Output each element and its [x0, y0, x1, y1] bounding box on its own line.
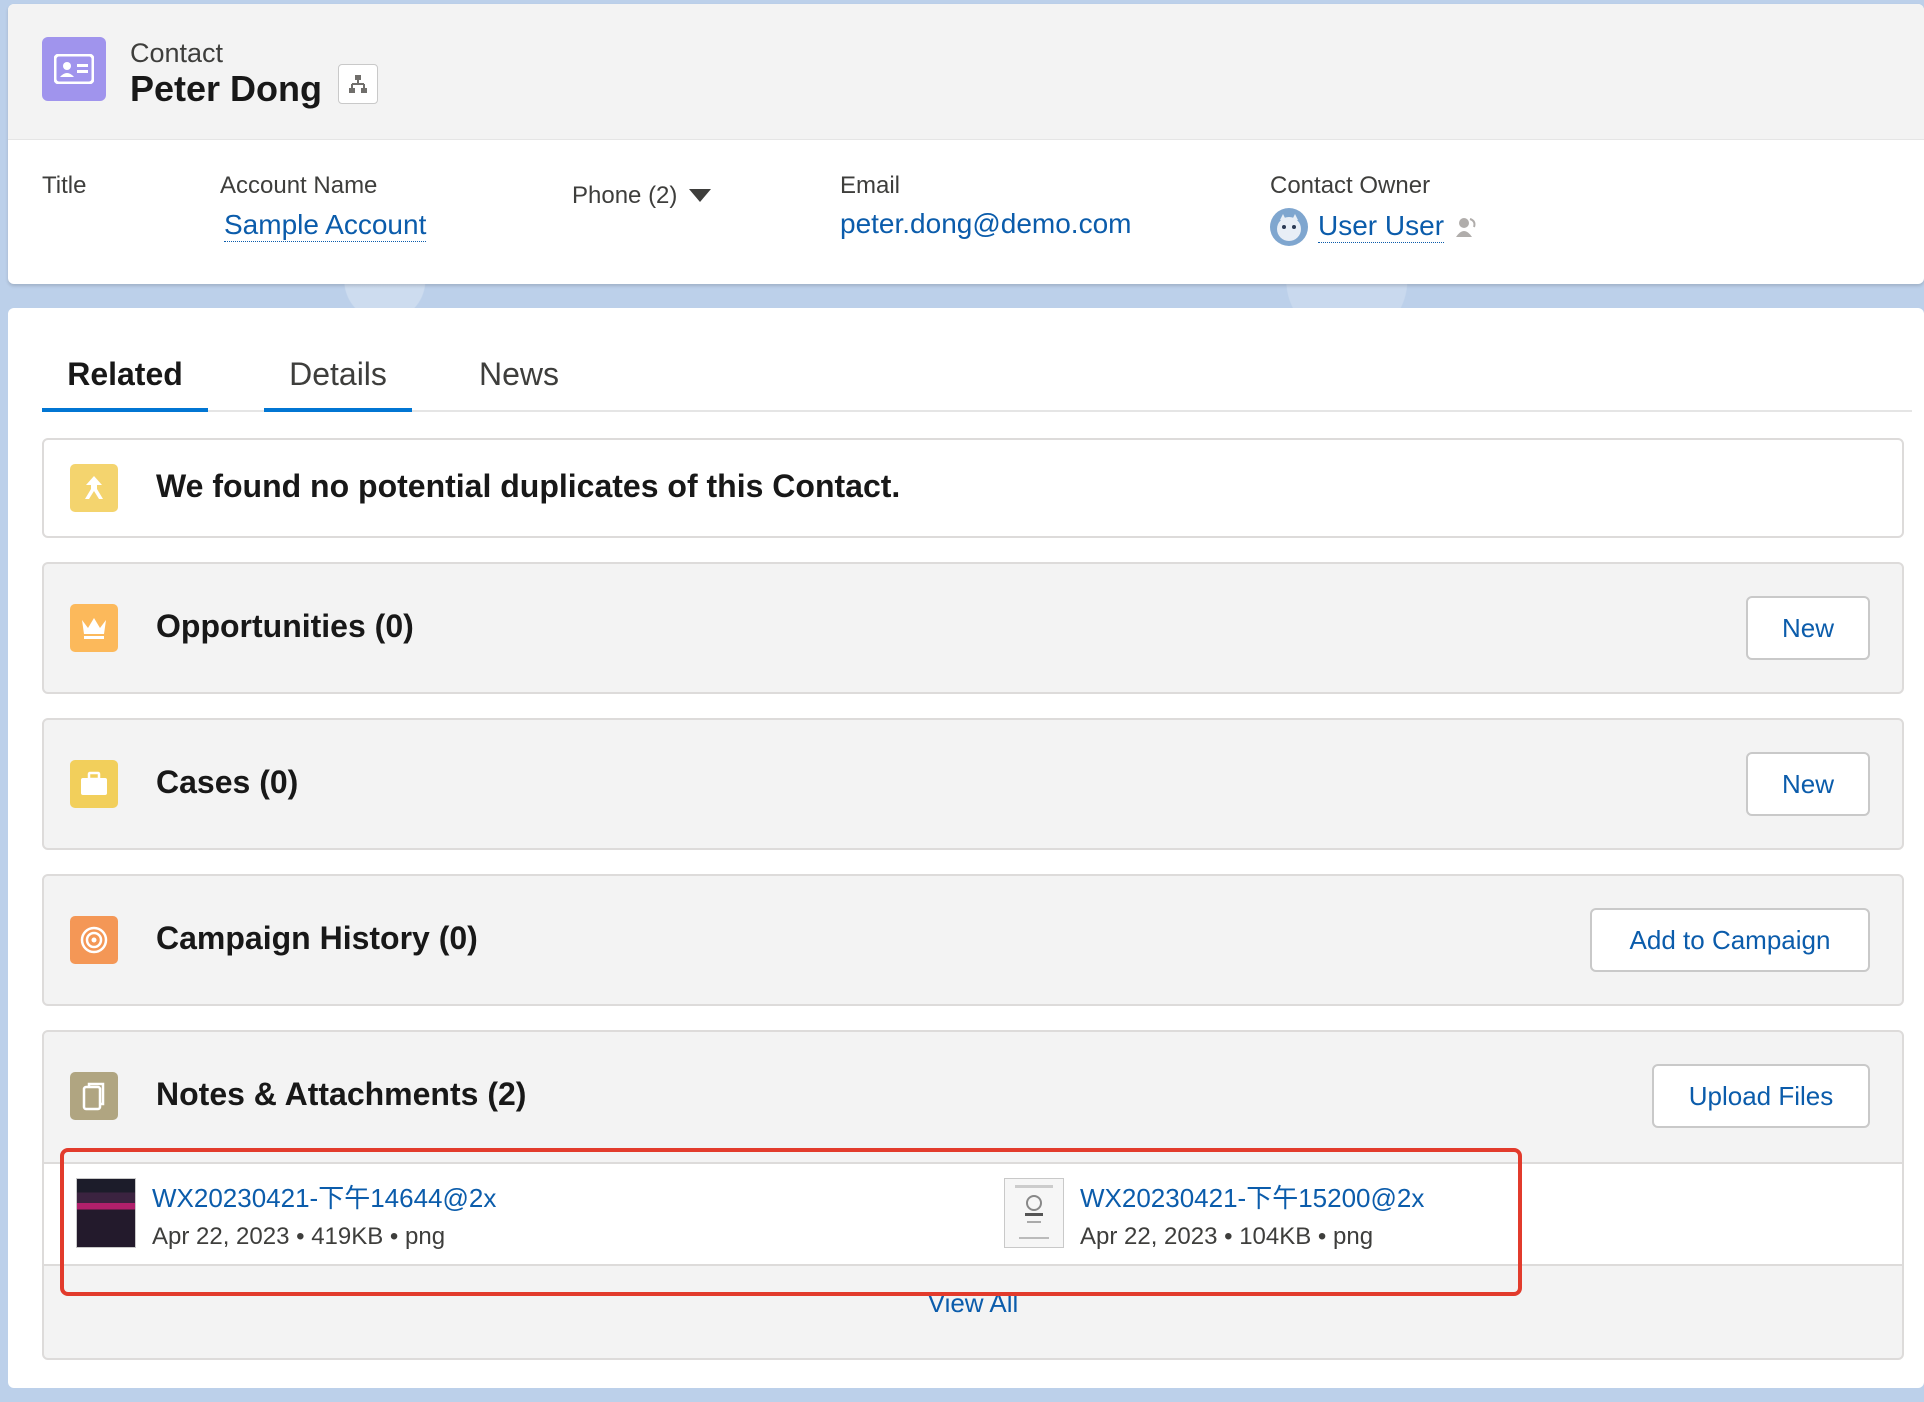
owner-label: Contact Owner — [1270, 172, 1431, 199]
record-header: Contact Peter Dong Title Account Name Sa… — [8, 4, 1924, 284]
phone-label: Phone (2) — [572, 182, 678, 209]
crown-icon — [70, 604, 118, 652]
notes-attachments-title[interactable]: Notes & Attachments (2) — [156, 1076, 526, 1113]
opportunities-card: Opportunities (0) New — [42, 562, 1904, 694]
owner-field: Contact Owner User User — [1270, 172, 1478, 246]
record-name: Peter Dong — [130, 68, 323, 109]
title-field: Title — [42, 172, 86, 200]
opportunities-title[interactable]: Opportunities (0) — [156, 608, 414, 645]
change-owner-icon[interactable] — [1454, 215, 1478, 239]
bottom-strip — [0, 1390, 1924, 1402]
owner-link[interactable]: User User — [1318, 210, 1445, 243]
campaign-history-title[interactable]: Campaign History (0) — [156, 920, 478, 957]
cases-card: Cases (0) New — [42, 718, 1904, 850]
owner-row: User User — [1270, 208, 1478, 246]
chevron-down-icon — [689, 189, 712, 202]
email-label: Email — [840, 172, 901, 199]
duplicates-card: We found no potential duplicates of this… — [42, 438, 1904, 538]
duplicates-message: We found no potential duplicates of this… — [156, 468, 901, 504]
tab-news[interactable]: News — [456, 348, 582, 412]
file-icon — [70, 1072, 118, 1120]
target-icon — [70, 916, 118, 964]
add-to-campaign-button[interactable]: Add to Campaign — [1590, 908, 1870, 972]
account-link[interactable]: Sample Account — [224, 209, 427, 242]
object-label: Contact — [130, 38, 224, 68]
tab-bar: Related Details News — [42, 348, 1912, 412]
title-label: Title — [42, 172, 87, 199]
header-highlights: Contact Peter Dong — [8, 4, 1924, 140]
new-opportunity-button[interactable]: New — [1746, 596, 1870, 660]
merge-icon — [70, 464, 118, 512]
account-field: Account Name Sample Account — [220, 172, 427, 242]
hierarchy-icon — [349, 75, 367, 93]
account-label: Account Name — [220, 172, 378, 199]
tab-details[interactable]: Details — [264, 348, 412, 412]
tab-related[interactable]: Related — [42, 348, 208, 412]
contact-icon — [42, 37, 106, 101]
cases-title[interactable]: Cases (0) — [156, 764, 298, 801]
campaign-history-card: Campaign History (0) Add to Campaign — [42, 874, 1904, 1006]
email-field: Email peter.dong@demo.com — [840, 172, 1131, 240]
upload-files-button[interactable]: Upload Files — [1652, 1064, 1870, 1128]
email-link[interactable]: peter.dong@demo.com — [840, 208, 1131, 240]
phone-dropdown[interactable]: Phone (2) — [572, 182, 712, 210]
annotation-highlight-box — [60, 1148, 1522, 1296]
new-case-button[interactable]: New — [1746, 752, 1870, 816]
hierarchy-button[interactable] — [338, 64, 378, 104]
briefcase-icon — [70, 760, 118, 808]
avatar — [1270, 208, 1308, 246]
